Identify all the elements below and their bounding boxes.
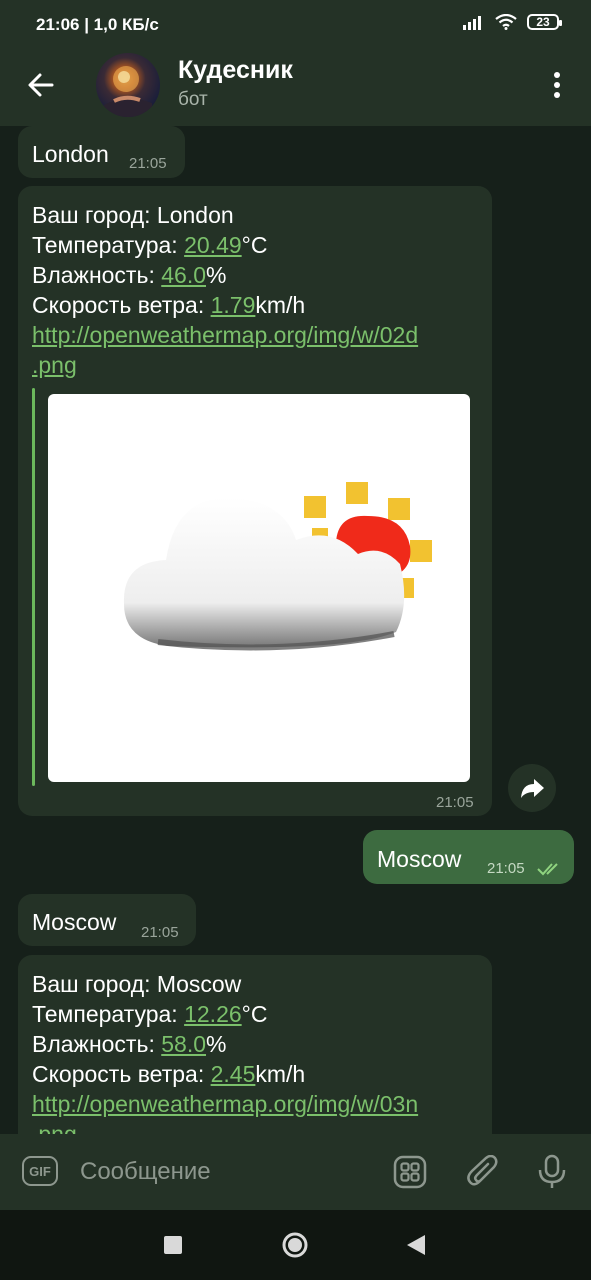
chat-subtitle: бот xyxy=(178,89,208,110)
message-time: 21:05 xyxy=(129,155,167,172)
avatar[interactable] xyxy=(96,53,160,117)
temp-unit: °C xyxy=(241,232,268,258)
wind-label: Скорость ветра: xyxy=(32,292,211,318)
wind-unit: km/h xyxy=(255,1061,306,1087)
weather-humidity-line: Влажность: 46.0% xyxy=(32,262,226,289)
chat-header: Кудесник бот xyxy=(0,44,591,126)
message-list[interactable]: London 21:05 Ваш город: London Температу… xyxy=(0,126,591,1134)
system-nav-bar xyxy=(0,1210,591,1280)
message-bubble-weather-london[interactable]: Ваш город: London Температура: 20.49°C В… xyxy=(18,186,492,816)
weather-city-line: Ваш город: London xyxy=(32,202,234,229)
signal-icon xyxy=(463,16,481,30)
double-check-icon xyxy=(537,863,558,876)
share-button[interactable] xyxy=(508,764,556,812)
status-time-speed: 21:06 | 1,0 КБ/с xyxy=(36,15,159,34)
chat-title[interactable]: Кудесник xyxy=(178,56,293,85)
share-icon xyxy=(521,779,544,798)
status-bar: 21:06 | 1,0 КБ/с 23 xyxy=(0,0,591,44)
weather-icon-url-link-cont[interactable]: .png xyxy=(32,352,77,379)
temp-label: Температура: xyxy=(32,1001,185,1027)
nav-home-icon[interactable] xyxy=(281,1231,309,1259)
weather-icon-url-link[interactable]: http://openweathermap.org/img/w/02d xyxy=(32,322,418,349)
humidity-value-link[interactable]: 58.0 xyxy=(161,1031,206,1057)
message-input[interactable]: Сообщение xyxy=(80,1158,211,1186)
weather-city: Ваш город: Moscow xyxy=(32,971,242,997)
humidity-unit: % xyxy=(206,1031,227,1057)
wind-value-link[interactable]: 1.79 xyxy=(211,292,256,318)
wind-label: Скорость ветра: xyxy=(32,1061,211,1087)
weather-city: Ваш город: London xyxy=(32,202,234,228)
message-time: 21:05 xyxy=(487,860,525,877)
arrow-left-icon[interactable] xyxy=(26,70,56,100)
weather-humidity-line: Влажность: 58.0% xyxy=(32,1031,226,1058)
message-bubble-incoming[interactable]: Moscow 21:05 xyxy=(18,894,196,946)
weather-city-line: Ваш город: Moscow xyxy=(32,971,241,998)
message-text: Moscow xyxy=(32,909,117,935)
wifi-icon xyxy=(495,14,517,30)
battery-icon: 23 xyxy=(527,14,562,30)
message-bubble-incoming[interactable]: London 21:05 xyxy=(18,126,185,178)
more-vertical-icon[interactable] xyxy=(553,70,561,100)
humidity-unit: % xyxy=(206,262,227,288)
microphone-icon[interactable] xyxy=(537,1154,567,1190)
humidity-label: Влажность: xyxy=(32,1031,162,1057)
message-text: Moscow xyxy=(377,846,462,872)
message-bubble-weather-moscow[interactable]: Ваш город: Moscow Температура: 12.26°C В… xyxy=(18,955,492,1134)
weather-wind-line: Скорость ветра: 2.45km/h xyxy=(32,1061,305,1088)
wind-unit: km/h xyxy=(255,292,306,318)
weather-temp-line: Температура: 20.49°C xyxy=(32,232,267,259)
weather-temp-line: Температура: 12.26°C xyxy=(32,1001,267,1028)
wind-value-link[interactable]: 2.45 xyxy=(211,1061,256,1087)
temp-label: Температура: xyxy=(32,232,185,258)
status-icons: 23 xyxy=(463,14,562,30)
temp-unit: °C xyxy=(241,1001,268,1027)
message-time: 21:05 xyxy=(436,794,474,811)
link-preview-bar xyxy=(32,388,35,786)
weather-icon-url-link[interactable]: http://openweathermap.org/img/w/03n xyxy=(32,1091,418,1118)
temp-value-link[interactable]: 12.26 xyxy=(184,1001,242,1027)
nav-back-icon[interactable] xyxy=(406,1234,426,1256)
sticker-icon[interactable] xyxy=(393,1155,427,1189)
temp-value-link[interactable]: 20.49 xyxy=(184,232,242,258)
humidity-label: Влажность: xyxy=(32,262,162,288)
message-bubble-outgoing[interactable]: Moscow 21:05 xyxy=(363,830,574,884)
battery-level: 23 xyxy=(536,15,550,29)
paperclip-icon[interactable] xyxy=(466,1155,500,1189)
nav-recent-icon[interactable] xyxy=(164,1236,182,1254)
gif-button[interactable]: GIF xyxy=(22,1156,58,1186)
message-text: London xyxy=(32,141,109,167)
weather-wind-line: Скорость ветра: 1.79km/h xyxy=(32,292,305,319)
message-time: 21:05 xyxy=(141,924,179,941)
cloud-sun-icon xyxy=(123,482,432,651)
humidity-value-link[interactable]: 46.0 xyxy=(161,262,206,288)
avatar-image xyxy=(104,66,152,117)
weather-preview-image[interactable] xyxy=(48,394,470,782)
gif-label: GIF xyxy=(29,1163,51,1179)
message-input-bar: GIF Сообщение xyxy=(0,1134,591,1210)
weather-icon-url-link-cont[interactable]: .png xyxy=(32,1121,77,1134)
